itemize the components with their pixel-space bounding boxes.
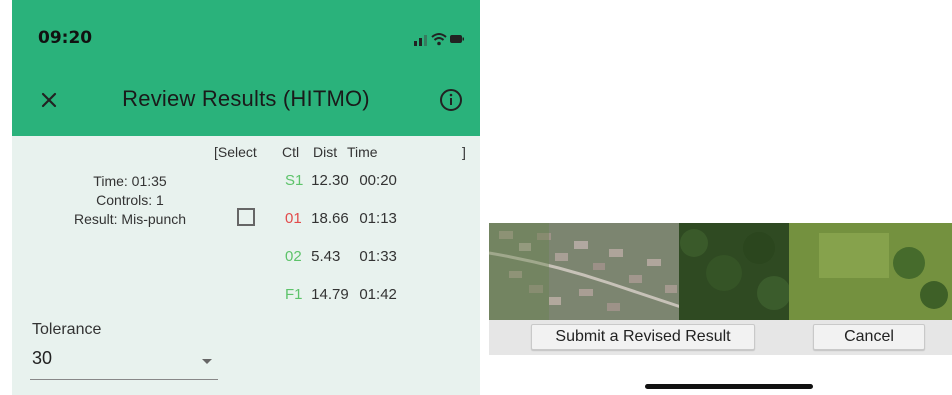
header-close-bracket: ] xyxy=(462,144,466,160)
cancel-button[interactable]: Cancel xyxy=(813,324,925,350)
action-bar: Submit a Revised Result Cancel xyxy=(489,320,952,355)
tolerance-label: Tolerance xyxy=(32,321,102,338)
split-distance: 14.79 xyxy=(311,286,349,303)
split-distance: 18.66 xyxy=(311,210,349,227)
control-code: 01 xyxy=(285,210,302,227)
header-time: Time xyxy=(347,144,378,160)
home-area xyxy=(489,355,952,395)
summary-time: Time: 01:35 xyxy=(93,173,167,189)
signal-icon xyxy=(414,35,427,46)
split-row: 02 5.43 01:33 xyxy=(285,248,397,265)
split-row: 01 18.66 01:13 xyxy=(285,210,397,227)
header-ctl: Ctl xyxy=(282,144,300,160)
app-bar: Review Results (HITMO) xyxy=(12,64,480,136)
control-code: F1 xyxy=(285,286,303,303)
split-time: 01:42 xyxy=(359,286,397,303)
split-time: 01:33 xyxy=(359,248,397,265)
control-code: S1 xyxy=(285,172,304,189)
tolerance-value: 30 xyxy=(32,348,53,368)
split-time: 01:13 xyxy=(359,210,397,227)
phone-screen: 09:20 Review Results (HITMO) [Select Ctl… xyxy=(12,0,480,395)
split-time: 00:20 xyxy=(359,172,397,189)
battery-icon xyxy=(450,35,464,43)
dropdown-arrow-icon xyxy=(202,359,212,364)
summary-controls: Controls: 1 xyxy=(96,192,164,208)
header-dist: Dist xyxy=(313,144,338,160)
satellite-map xyxy=(489,223,952,320)
info-icon[interactable] xyxy=(436,85,466,115)
header-select: [Select xyxy=(214,144,257,160)
status-time: 09:20 xyxy=(38,28,93,48)
submit-revised-result-button[interactable]: Submit a Revised Result xyxy=(531,324,755,350)
tolerance-select[interactable]: 30 xyxy=(30,347,218,380)
select-checkbox[interactable] xyxy=(237,208,255,226)
split-row: S1 12.30 00:20 xyxy=(285,172,397,189)
summary-result: Result: Mis-punch xyxy=(73,211,187,227)
home-indicator[interactable] xyxy=(645,384,813,389)
split-row: F1 14.79 01:42 xyxy=(285,286,397,303)
map-panel: Submit a Revised Result Cancel xyxy=(489,223,952,395)
result-summary: Time: 01:35 Controls: 1 Result: Mis-punc… xyxy=(30,172,230,229)
control-code: 02 xyxy=(285,248,302,265)
wifi-icon xyxy=(431,33,447,46)
page-title: Review Results (HITMO) xyxy=(122,86,370,111)
status-icons xyxy=(414,33,464,46)
split-distance: 12.30 xyxy=(311,172,349,189)
split-distance: 5.43 xyxy=(311,248,341,265)
